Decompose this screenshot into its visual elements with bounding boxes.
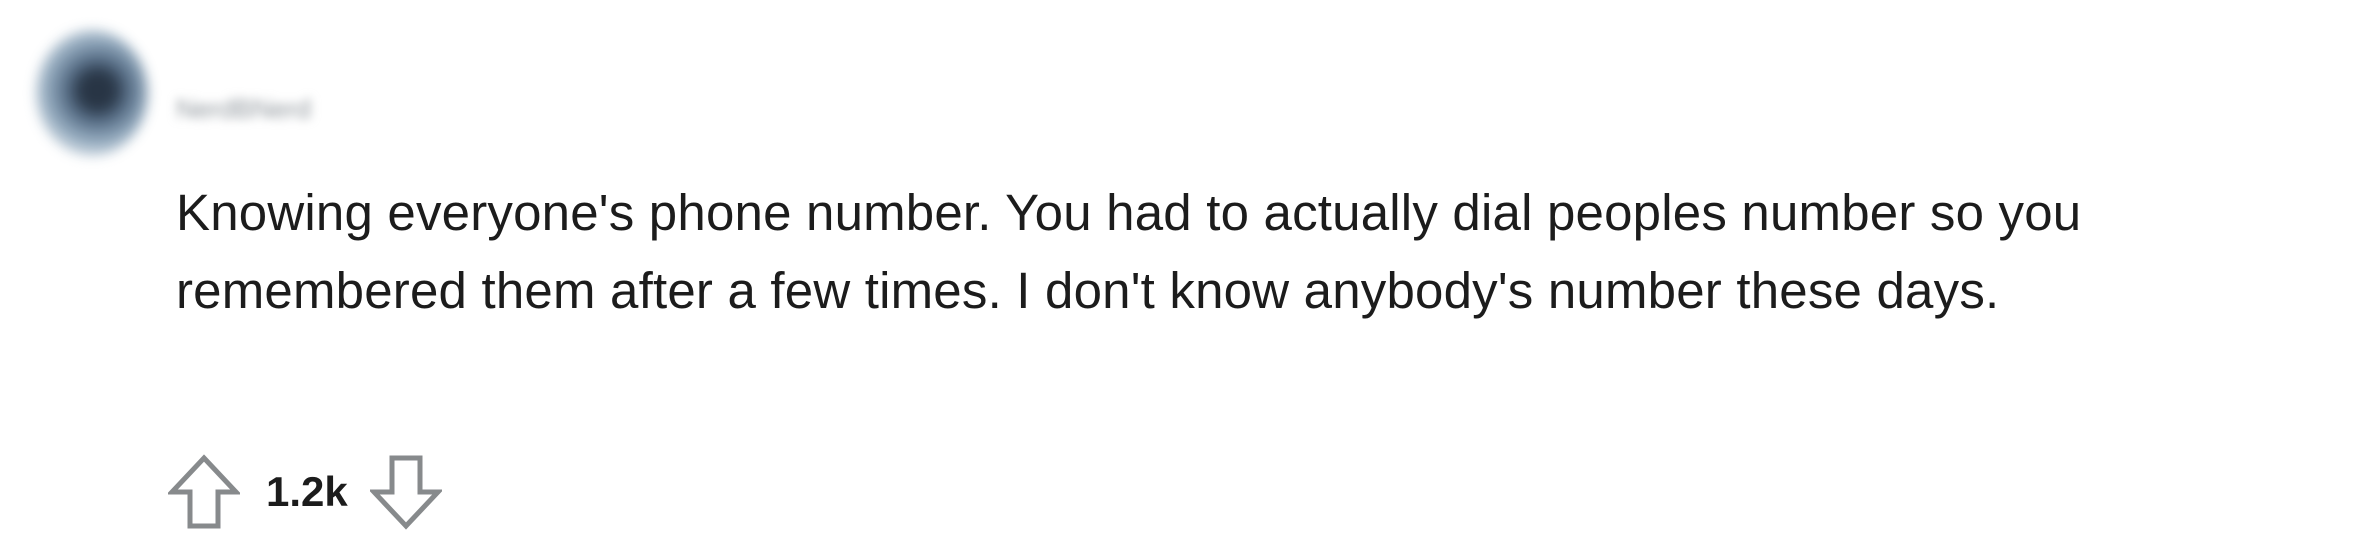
downvote-button[interactable]	[369, 454, 442, 530]
avatar[interactable]	[36, 30, 148, 156]
upvote-button[interactable]	[168, 454, 240, 530]
comment-author[interactable]: NerdBNerd	[176, 91, 311, 127]
comment-body: Knowing everyone's phone number. You had…	[176, 184, 2082, 319]
vote-score: 1.2k	[266, 468, 348, 515]
comment-card: NerdBNerd Knowing everyone's phone numbe…	[0, 0, 2360, 550]
downvote-icon	[369, 455, 442, 530]
upvote-icon	[168, 454, 240, 529]
vote-bar: 1.2k	[168, 452, 442, 532]
